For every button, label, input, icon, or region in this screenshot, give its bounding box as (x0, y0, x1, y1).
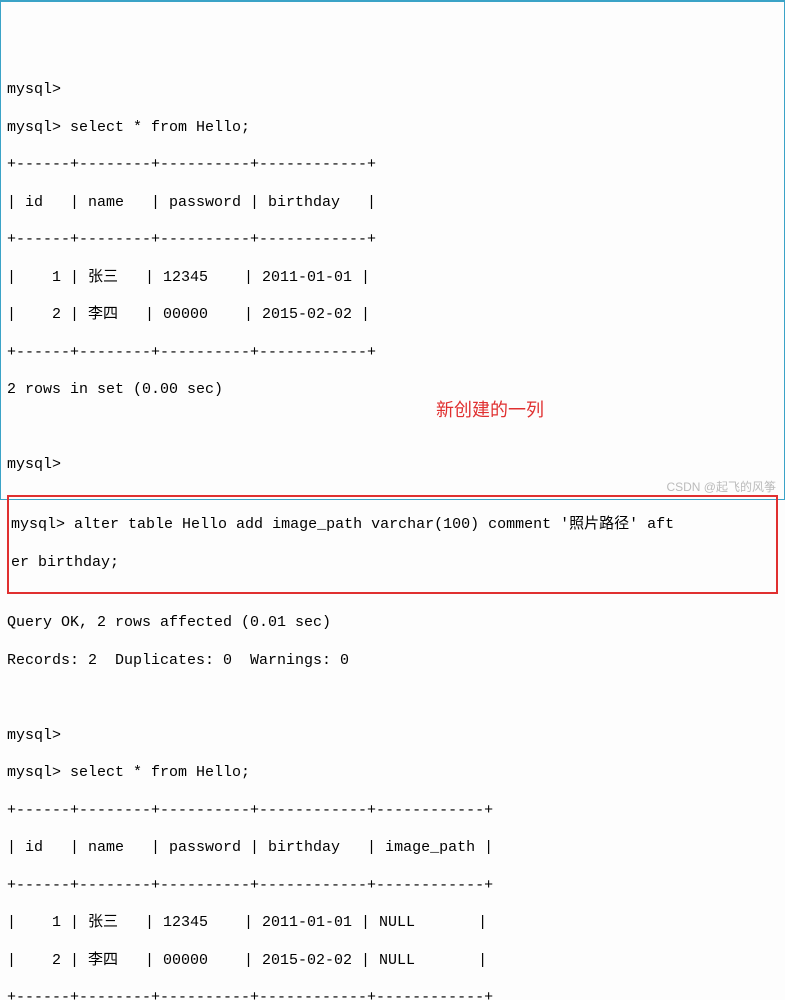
annotation-new-column: 新创建的一列 (436, 399, 544, 422)
table-border: +------+--------+----------+------------… (7, 877, 778, 896)
table-header: | id | name | password | birthday | imag… (7, 839, 778, 858)
prompt: mysql> (11, 516, 65, 533)
sql-select: select * from Hello; (70, 764, 250, 781)
prompt-line[interactable]: mysql> (7, 456, 778, 475)
prompt: mysql> (7, 119, 61, 136)
prompt: mysql> (7, 456, 61, 473)
alter-result: Records: 2 Duplicates: 0 Warnings: 0 (7, 652, 778, 671)
table-border: +------+--------+----------+------------… (7, 344, 778, 363)
sql-select: select * from Hello; (70, 119, 250, 136)
table-row: | 1 | 张三 | 12345 | 2011-01-01 | NULL | (7, 914, 778, 933)
prompt: mysql> (7, 764, 61, 781)
sql-alter-line2: er birthday; (11, 554, 774, 573)
prompt-line[interactable]: mysql> (7, 81, 778, 100)
sql-alter-line1: alter table Hello add image_path varchar… (74, 516, 674, 533)
prompt-line[interactable]: mysql> alter table Hello add image_path … (11, 516, 774, 535)
table-border: +------+--------+----------+------------… (7, 989, 778, 1000)
table-border: +------+--------+----------+------------… (7, 231, 778, 250)
prompt-line[interactable]: mysql> select * from Hello; (7, 119, 778, 138)
table-header: | id | name | password | birthday | (7, 194, 778, 213)
table-row: | 2 | 李四 | 00000 | 2015-02-02 | NULL | (7, 952, 778, 971)
query-result: 2 rows in set (0.00 sec) (7, 381, 778, 400)
prompt-line[interactable]: mysql> (7, 727, 778, 746)
table-border: +------+--------+----------+------------… (7, 156, 778, 175)
prompt: mysql> (7, 81, 61, 98)
prompt: mysql> (7, 727, 61, 744)
highlighted-command: mysql> alter table Hello add image_path … (7, 495, 778, 595)
alter-result: Query OK, 2 rows affected (0.01 sec) (7, 614, 778, 633)
table-row: | 1 | 张三 | 12345 | 2011-01-01 | (7, 269, 778, 288)
watermark: CSDN @起飞的风筝 (666, 480, 776, 495)
table-row: | 2 | 李四 | 00000 | 2015-02-02 | (7, 306, 778, 325)
prompt-line[interactable]: mysql> select * from Hello; (7, 764, 778, 783)
table-border: +------+--------+----------+------------… (7, 802, 778, 821)
